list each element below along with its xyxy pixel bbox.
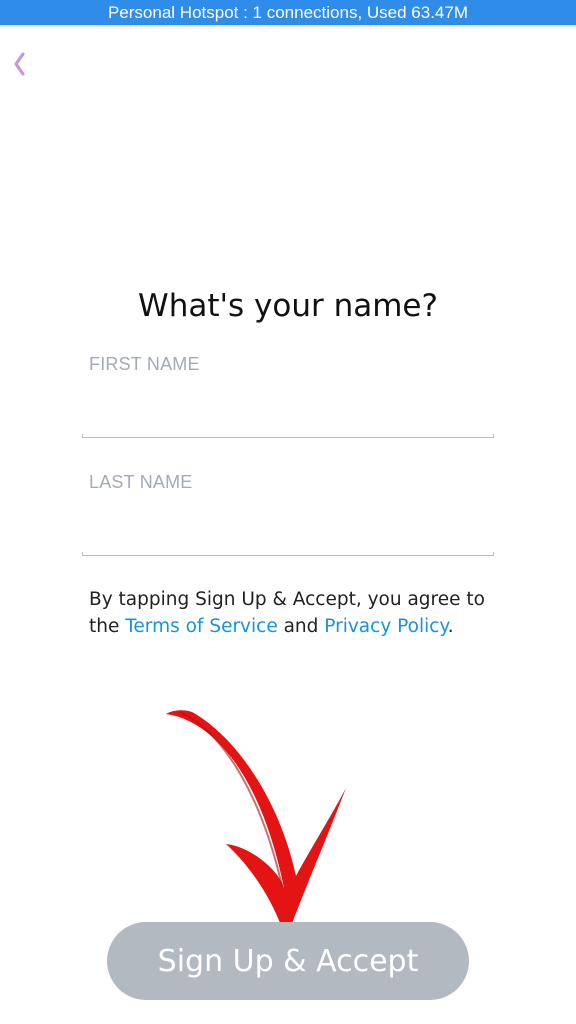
signup-accept-button[interactable]: Sign Up & Accept (107, 922, 469, 1000)
terms-text: By tapping Sign Up & Accept, you agree t… (89, 586, 509, 640)
red-arrow-down-icon (166, 710, 346, 940)
first-name-underline (82, 434, 494, 438)
last-name-input[interactable] (89, 512, 487, 546)
last-name-label: LAST NAME (89, 472, 193, 492)
signup-name-screen: Personal Hotspot : 1 connections, Used 6… (0, 0, 576, 1024)
terms-of-service-link[interactable]: Terms of Service (125, 616, 277, 637)
status-bar: Personal Hotspot : 1 connections, Used 6… (0, 0, 576, 25)
last-name-underline (82, 552, 494, 556)
terms-suffix: . (447, 616, 454, 637)
first-name-label: FIRST NAME (89, 354, 200, 374)
back-button[interactable] (6, 46, 34, 82)
page-title: What's your name? (138, 288, 438, 324)
hotspot-status-text: Personal Hotspot : 1 connections, Used 6… (107, 3, 469, 22)
first-name-input[interactable] (89, 394, 487, 428)
terms-middle: and (277, 616, 325, 637)
status-bar-shadow (0, 25, 576, 29)
chevron-left-icon (14, 52, 25, 76)
privacy-policy-link[interactable]: Privacy Policy (324, 616, 447, 637)
